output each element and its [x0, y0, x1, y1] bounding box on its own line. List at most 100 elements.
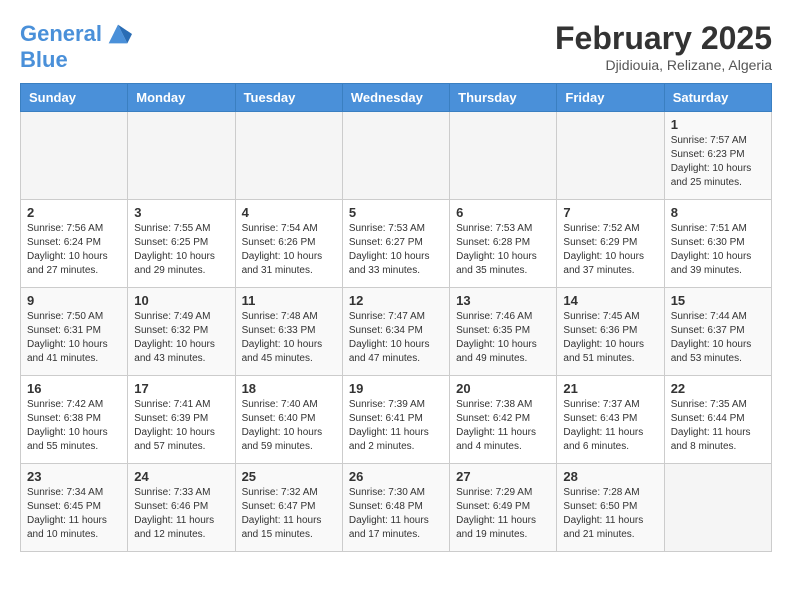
day-number: 26	[349, 469, 443, 484]
calendar-cell: 3 Sunrise: 7:55 AM Sunset: 6:25 PM Daylig…	[128, 200, 235, 288]
day-info: Sunrise: 7:29 AM Sunset: 6:49 PM Dayligh…	[456, 486, 550, 542]
calendar-cell: 28Sunrise: 7:28 AM Sunset: 6:50 PM Dayli…	[557, 464, 664, 552]
calendar-week-row: 23Sunrise: 7:34 AM Sunset: 6:45 PM Dayli…	[21, 464, 772, 552]
calendar-cell	[235, 112, 342, 200]
calendar-cell: 7Sunrise: 7:52 AM Sunset: 6:29 PM Daylig…	[557, 200, 664, 288]
day-number: 25	[242, 469, 336, 484]
calendar-cell: 6Sunrise: 7:53 AM Sunset: 6:28 PM Daylig…	[450, 200, 557, 288]
day-number: 27	[456, 469, 550, 484]
calendar-cell: 11 Sunrise: 7:48 AM Sunset: 6:33 PM Dayli…	[235, 288, 342, 376]
day-info: Sunrise: 7:46 AM Sunset: 6:35 PM Dayligh…	[456, 310, 550, 366]
day-info: Sunrise: 7:41 AM Sunset: 6:39 PM Dayligh…	[134, 398, 228, 454]
day-number: 3	[134, 205, 228, 220]
calendar-cell	[128, 112, 235, 200]
calendar-cell: 23Sunrise: 7:34 AM Sunset: 6:45 PM Dayli…	[21, 464, 128, 552]
calendar-week-row: 2 Sunrise: 7:56 AM Sunset: 6:24 PM Daylig…	[21, 200, 772, 288]
calendar-cell	[557, 112, 664, 200]
day-info: Sunrise: 7:56 AM Sunset: 6:24 PM Dayligh…	[27, 222, 121, 278]
calendar-cell: 9 Sunrise: 7:50 AM Sunset: 6:31 PM Daylig…	[21, 288, 128, 376]
day-number: 12	[349, 293, 443, 308]
day-info: Sunrise: 7:50 AM Sunset: 6:31 PM Dayligh…	[27, 310, 121, 366]
day-number: 15	[671, 293, 765, 308]
day-info: Sunrise: 7:57 AM Sunset: 6:23 PM Dayligh…	[671, 134, 765, 190]
calendar-cell: 8 Sunrise: 7:51 AM Sunset: 6:30 PM Daylig…	[664, 200, 771, 288]
calendar-cell: 15 Sunrise: 7:44 AM Sunset: 6:37 PM Dayli…	[664, 288, 771, 376]
day-number: 20	[456, 381, 550, 396]
month-title: February 2025	[555, 20, 772, 57]
day-number: 14	[563, 293, 657, 308]
logo-text: General	[20, 22, 102, 46]
day-info: Sunrise: 7:44 AM Sunset: 6:37 PM Dayligh…	[671, 310, 765, 366]
calendar-table: SundayMondayTuesdayWednesdayThursdayFrid…	[20, 83, 772, 552]
calendar-cell: 5 Sunrise: 7:53 AM Sunset: 6:27 PM Daylig…	[342, 200, 449, 288]
day-info: Sunrise: 7:49 AM Sunset: 6:32 PM Dayligh…	[134, 310, 228, 366]
day-info: Sunrise: 7:52 AM Sunset: 6:29 PM Dayligh…	[563, 222, 657, 278]
calendar-cell: 13 Sunrise: 7:46 AM Sunset: 6:35 PM Dayli…	[450, 288, 557, 376]
day-info: Sunrise: 7:47 AM Sunset: 6:34 PM Dayligh…	[349, 310, 443, 366]
day-info: Sunrise: 7:40 AM Sunset: 6:40 PM Dayligh…	[242, 398, 336, 454]
calendar-cell: 20 Sunrise: 7:38 AM Sunset: 6:42 PM Dayli…	[450, 376, 557, 464]
day-number: 8	[671, 205, 765, 220]
day-number: 1	[671, 117, 765, 132]
column-header-thursday: Thursday	[450, 84, 557, 112]
calendar-cell: 24Sunrise: 7:33 AM Sunset: 6:46 PM Dayli…	[128, 464, 235, 552]
calendar-cell: 18 Sunrise: 7:40 AM Sunset: 6:40 PM Dayli…	[235, 376, 342, 464]
day-info: Sunrise: 7:32 AM Sunset: 6:47 PM Dayligh…	[242, 486, 336, 542]
day-number: 6	[456, 205, 550, 220]
page-header: General Blue February 2025 Djidiouia, Re…	[20, 20, 772, 73]
day-number: 22	[671, 381, 765, 396]
day-info: Sunrise: 7:35 AM Sunset: 6:44 PM Dayligh…	[671, 398, 765, 454]
location-subtitle: Djidiouia, Relizane, Algeria	[555, 57, 772, 73]
calendar-cell: 14 Sunrise: 7:45 AM Sunset: 6:36 PM Dayli…	[557, 288, 664, 376]
column-header-friday: Friday	[557, 84, 664, 112]
day-number: 2	[27, 205, 121, 220]
calendar-cell	[342, 112, 449, 200]
column-header-sunday: Sunday	[21, 84, 128, 112]
day-info: Sunrise: 7:48 AM Sunset: 6:33 PM Dayligh…	[242, 310, 336, 366]
calendar-cell: 22 Sunrise: 7:35 AM Sunset: 6:44 PM Dayli…	[664, 376, 771, 464]
day-number: 13	[456, 293, 550, 308]
calendar-cell: 19 Sunrise: 7:39 AM Sunset: 6:41 PM Dayli…	[342, 376, 449, 464]
day-info: Sunrise: 7:55 AM Sunset: 6:25 PM Dayligh…	[134, 222, 228, 278]
calendar-cell: 21Sunrise: 7:37 AM Sunset: 6:43 PM Dayli…	[557, 376, 664, 464]
calendar-cell	[21, 112, 128, 200]
column-header-saturday: Saturday	[664, 84, 771, 112]
column-header-tuesday: Tuesday	[235, 84, 342, 112]
calendar-cell	[450, 112, 557, 200]
column-header-monday: Monday	[128, 84, 235, 112]
day-info: Sunrise: 7:33 AM Sunset: 6:46 PM Dayligh…	[134, 486, 228, 542]
column-header-wednesday: Wednesday	[342, 84, 449, 112]
day-info: Sunrise: 7:38 AM Sunset: 6:42 PM Dayligh…	[456, 398, 550, 454]
day-number: 16	[27, 381, 121, 396]
calendar-header-row: SundayMondayTuesdayWednesdayThursdayFrid…	[21, 84, 772, 112]
day-number: 4	[242, 205, 336, 220]
calendar-week-row: 1 Sunrise: 7:57 AM Sunset: 6:23 PM Daylig…	[21, 112, 772, 200]
day-info: Sunrise: 7:39 AM Sunset: 6:41 PM Dayligh…	[349, 398, 443, 454]
calendar-week-row: 9 Sunrise: 7:50 AM Sunset: 6:31 PM Daylig…	[21, 288, 772, 376]
calendar-week-row: 16 Sunrise: 7:42 AM Sunset: 6:38 PM Dayli…	[21, 376, 772, 464]
day-number: 19	[349, 381, 443, 396]
day-number: 21	[563, 381, 657, 396]
logo-text-blue: Blue	[20, 48, 132, 72]
day-info: Sunrise: 7:30 AM Sunset: 6:48 PM Dayligh…	[349, 486, 443, 542]
day-number: 10	[134, 293, 228, 308]
day-info: Sunrise: 7:51 AM Sunset: 6:30 PM Dayligh…	[671, 222, 765, 278]
day-info: Sunrise: 7:42 AM Sunset: 6:38 PM Dayligh…	[27, 398, 121, 454]
day-number: 11	[242, 293, 336, 308]
calendar-cell: 26 Sunrise: 7:30 AM Sunset: 6:48 PM Dayli…	[342, 464, 449, 552]
calendar-cell: 1 Sunrise: 7:57 AM Sunset: 6:23 PM Daylig…	[664, 112, 771, 200]
calendar-cell	[664, 464, 771, 552]
day-number: 17	[134, 381, 228, 396]
title-area: February 2025 Djidiouia, Relizane, Alger…	[555, 20, 772, 73]
day-number: 28	[563, 469, 657, 484]
calendar-cell: 10 Sunrise: 7:49 AM Sunset: 6:32 PM Dayli…	[128, 288, 235, 376]
day-info: Sunrise: 7:53 AM Sunset: 6:27 PM Dayligh…	[349, 222, 443, 278]
day-number: 18	[242, 381, 336, 396]
calendar-cell: 27 Sunrise: 7:29 AM Sunset: 6:49 PM Dayli…	[450, 464, 557, 552]
day-number: 5	[349, 205, 443, 220]
calendar-cell: 25 Sunrise: 7:32 AM Sunset: 6:47 PM Dayli…	[235, 464, 342, 552]
day-number: 9	[27, 293, 121, 308]
day-info: Sunrise: 7:45 AM Sunset: 6:36 PM Dayligh…	[563, 310, 657, 366]
logo: General Blue	[20, 20, 132, 72]
day-info: Sunrise: 7:34 AM Sunset: 6:45 PM Dayligh…	[27, 486, 121, 542]
